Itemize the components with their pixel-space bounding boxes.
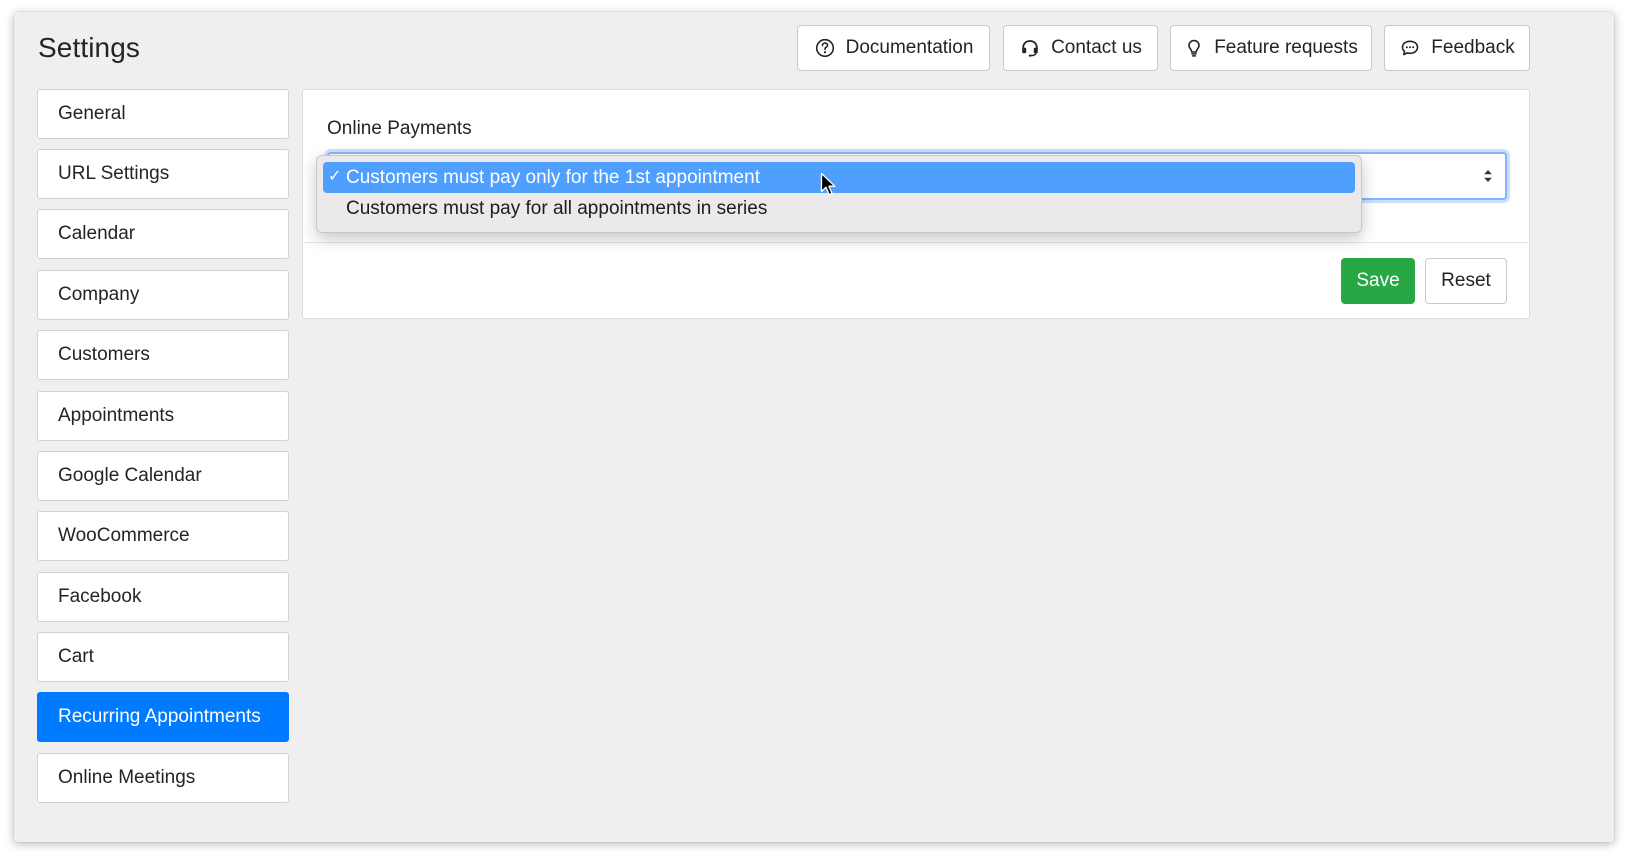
reset-button[interactable]: Reset	[1425, 258, 1507, 304]
feedback-label: Feedback	[1431, 37, 1515, 58]
online-payments-label: Online Payments	[327, 118, 472, 139]
dropdown-option-all-appointments[interactable]: Customers must pay for all appointments …	[323, 193, 1355, 224]
chat-bubble-icon	[1399, 37, 1421, 59]
feedback-button[interactable]: Feedback	[1384, 25, 1530, 71]
sidebar-item-appointments[interactable]: Appointments	[37, 391, 289, 441]
sidebar-item-cart[interactable]: Cart	[37, 632, 289, 682]
dropdown-option-label: Customers must pay for all appointments …	[346, 197, 768, 219]
online-payments-dropdown: ✓ Customers must pay only for the 1st ap…	[316, 155, 1362, 233]
documentation-label: Documentation	[845, 37, 974, 58]
contact-us-label: Contact us	[1051, 37, 1142, 58]
documentation-button[interactable]: Documentation	[797, 25, 990, 71]
page-title: Settings	[38, 32, 140, 63]
dropdown-option-label: Customers must pay only for the 1st appo…	[346, 166, 760, 188]
sidebar-item-url-settings[interactable]: URL Settings	[37, 149, 289, 199]
checkmark-icon: ✓	[328, 168, 342, 185]
sidebar-item-general[interactable]: General	[37, 89, 289, 139]
headset-icon	[1019, 37, 1041, 59]
sidebar-item-facebook[interactable]: Facebook	[37, 572, 289, 622]
mouse-pointer-icon	[820, 172, 836, 196]
contact-us-button[interactable]: Contact us	[1003, 25, 1158, 71]
feature-requests-label: Feature requests	[1214, 37, 1358, 58]
sidebar-item-recurring-appointments[interactable]: Recurring Appointments	[37, 692, 289, 742]
sidebar-item-customers[interactable]: Customers	[37, 330, 289, 380]
sidebar-item-google-calendar[interactable]: Google Calendar	[37, 451, 289, 501]
dropdown-option-first-appointment[interactable]: ✓ Customers must pay only for the 1st ap…	[323, 162, 1355, 193]
sidebar-item-calendar[interactable]: Calendar	[37, 209, 289, 259]
sidebar-item-company[interactable]: Company	[37, 270, 289, 320]
question-circle-icon	[814, 37, 836, 59]
sidebar-item-woocommerce[interactable]: WooCommerce	[37, 511, 289, 561]
lightbulb-icon	[1184, 37, 1204, 59]
feature-requests-button[interactable]: Feature requests	[1170, 25, 1372, 71]
settings-window: Settings Documentation Contact us Featur…	[14, 12, 1614, 842]
save-button[interactable]: Save	[1341, 258, 1415, 304]
select-arrows-icon	[1484, 170, 1492, 182]
sidebar-item-online-meetings[interactable]: Online Meetings	[37, 753, 289, 803]
